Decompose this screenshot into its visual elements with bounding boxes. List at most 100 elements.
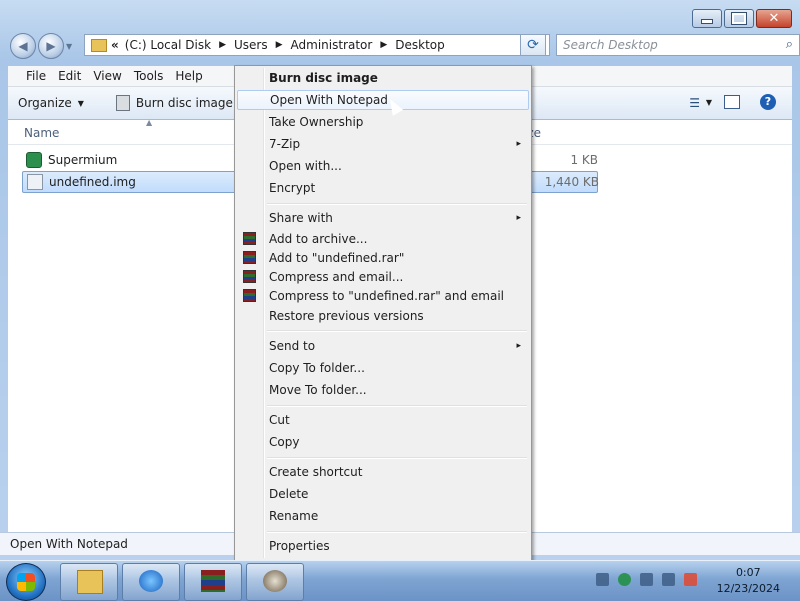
- forward-button[interactable]: ▶: [38, 33, 64, 59]
- submenu-arrow-icon: ▸: [516, 213, 521, 223]
- maximize-button[interactable]: [724, 9, 754, 28]
- breadcrumb-arrow-icon[interactable]: ▶: [276, 40, 283, 50]
- winrar-icon: [243, 270, 256, 283]
- menu-item-copy-to-folder[interactable]: Copy To folder...: [237, 358, 529, 378]
- breadcrumb-administrator[interactable]: Administrator: [291, 38, 373, 52]
- menu-item-label: Take Ownership: [269, 115, 364, 129]
- folder-icon: [91, 38, 107, 52]
- menu-item-rename[interactable]: Rename: [237, 506, 529, 526]
- disc-image-icon: [27, 174, 43, 190]
- menu-item-label: Rename: [269, 509, 319, 523]
- menu-item-label: Cut: [269, 413, 290, 427]
- breadcrumb-local-disk[interactable]: (C:) Local Disk: [125, 38, 211, 52]
- menu-item-cut[interactable]: Cut: [237, 410, 529, 430]
- taskbar-app-button[interactable]: [246, 563, 304, 601]
- menu-item-label: Copy: [269, 435, 300, 449]
- taskbar-explorer-button[interactable]: [60, 563, 118, 601]
- clock-date: 12/23/2024: [716, 582, 780, 595]
- breadcrumb-desktop[interactable]: Desktop: [395, 38, 445, 52]
- menu-item-share-with[interactable]: Share with ▸: [237, 208, 529, 228]
- menu-item-open-with[interactable]: Open with...: [237, 156, 529, 176]
- minimize-icon: [701, 19, 713, 24]
- status-text: Open With Notepad: [10, 537, 128, 551]
- maximize-icon: [731, 12, 747, 25]
- burn-disc-image-button[interactable]: Burn disc image: [115, 95, 233, 111]
- menu-item-label: Share with: [269, 211, 333, 225]
- tray-security-icon[interactable]: [618, 573, 631, 586]
- burn-disc-icon: [115, 95, 130, 111]
- close-button[interactable]: ✕: [756, 9, 792, 28]
- explorer-icon: [77, 570, 103, 594]
- tray-network-icon[interactable]: [662, 573, 675, 586]
- clock[interactable]: 0:07 12/23/2024: [717, 565, 780, 597]
- file-name: Supermium: [48, 153, 118, 167]
- menu-item-open-with-notepad[interactable]: Open With Notepad: [237, 90, 529, 110]
- menu-item-add-to-rar[interactable]: Add to "undefined.rar": [237, 248, 529, 268]
- menu-item-create-shortcut[interactable]: Create shortcut: [237, 462, 529, 482]
- menu-item-delete[interactable]: Delete: [237, 484, 529, 504]
- navigation-row: ◀ ▶ ▼ « (C:) Local Disk ▶ Users ▶ Administ…: [8, 33, 800, 59]
- menu-item-label: Compress to "undefined.rar" and email: [269, 289, 505, 303]
- minimize-button[interactable]: [692, 9, 722, 28]
- menu-item-label: 7-Zip: [269, 137, 301, 151]
- address-bar[interactable]: « (C:) Local Disk ▶ Users ▶ Administrator ▶…: [84, 34, 550, 56]
- taskbar-winrar-button[interactable]: [184, 563, 242, 601]
- menu-item-burn-disc-image[interactable]: Burn disc image: [237, 68, 529, 88]
- change-view-icon[interactable]: ☰: [689, 96, 700, 110]
- submenu-arrow-icon: ▸: [516, 139, 521, 149]
- menu-item-move-to-folder[interactable]: Move To folder...: [237, 380, 529, 400]
- organize-label: Organize: [18, 96, 72, 110]
- system-tray: [596, 573, 697, 586]
- breadcrumb-arrow-icon[interactable]: ▶: [380, 40, 387, 50]
- address-overflow-chevron[interactable]: «: [111, 38, 119, 52]
- refresh-button[interactable]: ⟳: [520, 34, 546, 56]
- menu-separator: [267, 203, 527, 205]
- menu-item-properties[interactable]: Properties: [237, 536, 529, 556]
- breadcrumb-users[interactable]: Users: [234, 38, 268, 52]
- start-button[interactable]: [6, 563, 46, 601]
- menu-item-label: Properties: [269, 539, 330, 553]
- taskbar-internet-explorer-button[interactable]: [122, 563, 180, 601]
- tray-flag-icon[interactable]: [640, 573, 653, 586]
- menu-item-compress-and-email[interactable]: Compress and email...: [237, 267, 529, 287]
- refresh-icon: ⟳: [527, 37, 539, 53]
- file-size: 1,440 KB: [544, 175, 599, 189]
- clock-time: 0:07: [735, 566, 761, 579]
- menu-item-label: Copy To folder...: [269, 361, 365, 375]
- winrar-icon: [243, 232, 256, 245]
- menu-item-send-to[interactable]: Send to ▸: [237, 336, 529, 356]
- view-options-dropdown-icon[interactable]: ▼: [706, 98, 712, 107]
- menu-item-take-ownership[interactable]: Take Ownership: [237, 112, 529, 132]
- menu-separator: [267, 330, 527, 332]
- back-button[interactable]: ◀: [10, 33, 36, 59]
- menu-item-7zip[interactable]: 7-Zip ▸: [237, 134, 529, 154]
- menu-item-label: Add to archive...: [269, 232, 368, 246]
- menu-item-add-to-archive[interactable]: Add to archive...: [237, 229, 529, 249]
- menu-item-restore-previous-versions[interactable]: Restore previous versions: [237, 306, 529, 326]
- menu-item-label: Encrypt: [269, 181, 316, 195]
- menu-item-compress-to-rar-and-email[interactable]: Compress to "undefined.rar" and email: [237, 286, 529, 306]
- column-name-header[interactable]: Name: [24, 126, 59, 140]
- help-icon[interactable]: ?: [760, 94, 776, 110]
- file-name: undefined.img: [49, 175, 136, 189]
- search-icon[interactable]: ⌕: [786, 37, 793, 52]
- menu-item-label: Burn disc image: [269, 71, 378, 85]
- app-icon: [263, 570, 287, 592]
- winrar-icon: [243, 251, 256, 264]
- breadcrumb: (C:) Local Disk ▶ Users ▶ Administrator ▶ D…: [125, 38, 445, 52]
- menu-item-encrypt[interactable]: Encrypt: [237, 178, 529, 198]
- menu-item-label: Delete: [269, 487, 309, 501]
- winrar-icon: [201, 570, 225, 592]
- tray-document-icon[interactable]: [596, 573, 609, 586]
- organize-button[interactable]: Organize ▼: [18, 96, 84, 110]
- recent-pages-dropdown[interactable]: ▼: [66, 42, 72, 51]
- close-icon: ✕: [768, 11, 780, 26]
- menu-item-copy[interactable]: Copy: [237, 432, 529, 452]
- menu-help[interactable]: Help: [157, 69, 208, 83]
- tray-volume-muted-icon[interactable]: [684, 573, 697, 586]
- chevron-down-icon: ▼: [77, 98, 84, 108]
- breadcrumb-arrow-icon[interactable]: ▶: [219, 40, 226, 50]
- search-input[interactable]: Search Desktop ⌕: [556, 34, 800, 56]
- preview-pane-icon[interactable]: [724, 95, 740, 109]
- internet-explorer-icon: [139, 570, 163, 592]
